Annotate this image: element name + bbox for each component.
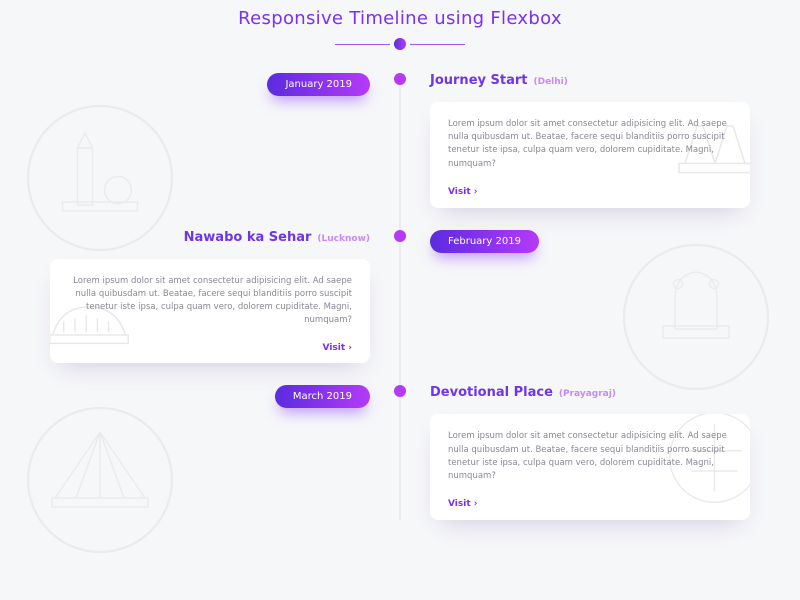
date-pill: March 2019 bbox=[275, 385, 370, 408]
entry-card: Lorem ipsum dolor sit amet consectetur a… bbox=[430, 102, 750, 208]
timeline-entry: Nawabo ka Sehar (Lucknow) Lorem ipsum do… bbox=[35, 230, 765, 364]
entry-location: (Lucknow) bbox=[317, 234, 370, 244]
title-underline bbox=[335, 37, 465, 51]
entry-title: Devotional Place bbox=[430, 385, 553, 400]
entry-heading: Nawabo ka Sehar (Lucknow) bbox=[184, 230, 370, 245]
date-pill: January 2019 bbox=[267, 73, 370, 96]
timeline-entry: January 2019 Journey Start (Delhi) Lorem… bbox=[35, 73, 765, 208]
visit-link[interactable]: Visit › bbox=[323, 343, 352, 353]
timeline-marker bbox=[394, 73, 406, 85]
entry-heading: Journey Start (Delhi) bbox=[430, 73, 568, 88]
entry-heading: Devotional Place (Prayagraj) bbox=[430, 385, 616, 400]
visit-link[interactable]: Visit › bbox=[448, 187, 477, 197]
visit-link[interactable]: Visit › bbox=[448, 499, 477, 509]
entry-location: (Prayagraj) bbox=[559, 389, 616, 399]
monument-illustration bbox=[621, 242, 771, 392]
timeline-marker bbox=[394, 385, 406, 397]
entry-body: Lorem ipsum dolor sit amet consectetur a… bbox=[448, 118, 732, 171]
entry-title: Nawabo ka Sehar bbox=[184, 230, 312, 245]
date-pill: February 2019 bbox=[430, 230, 539, 253]
entry-card: Lorem ipsum dolor sit amet consectetur a… bbox=[50, 259, 370, 364]
entry-body: Lorem ipsum dolor sit amet consectetur a… bbox=[448, 430, 732, 483]
timeline-marker bbox=[394, 230, 406, 242]
monument-illustration bbox=[25, 405, 175, 555]
timeline: January 2019 Journey Start (Delhi) Lorem… bbox=[35, 73, 765, 520]
timeline-entry: March 2019 Devotional Place (Prayagraj) … bbox=[35, 385, 765, 520]
entry-card: Lorem ipsum dolor sit amet consectetur a… bbox=[430, 414, 750, 520]
entry-title: Journey Start bbox=[430, 73, 527, 88]
entry-location: (Delhi) bbox=[533, 77, 567, 87]
page-title: Responsive Timeline using Flexbox bbox=[0, 8, 800, 29]
entry-body: Lorem ipsum dolor sit amet consectetur a… bbox=[68, 275, 352, 328]
title-underline-dot bbox=[394, 38, 406, 50]
